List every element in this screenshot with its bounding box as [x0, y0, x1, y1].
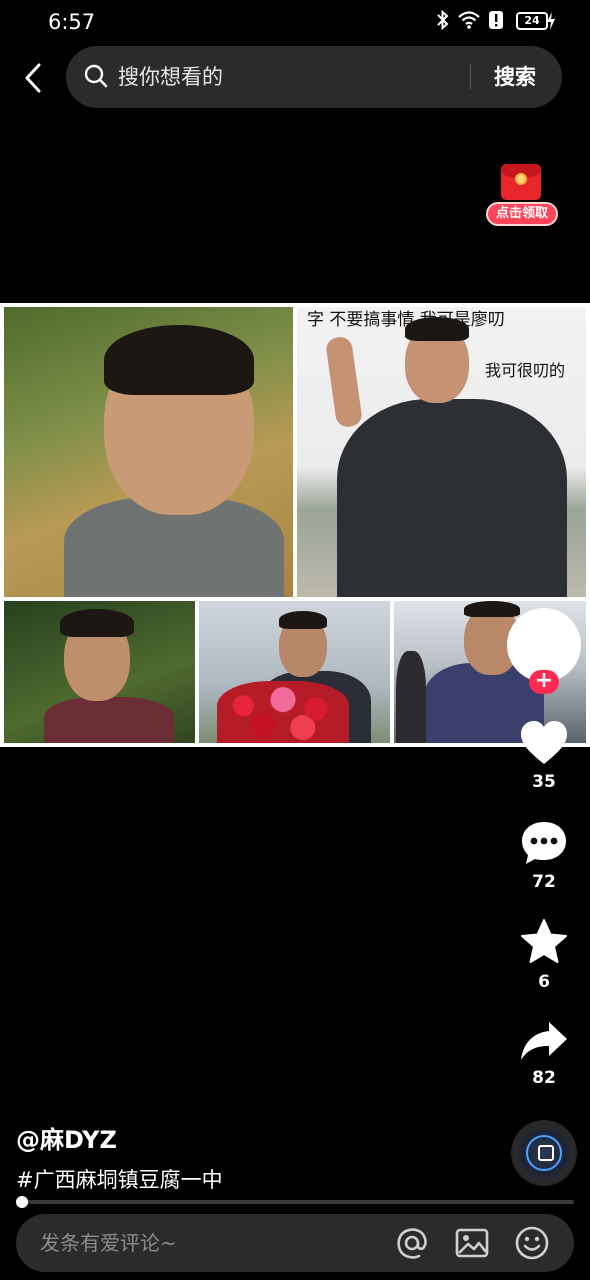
red-packet-reward[interactable]: 点击领取 — [486, 162, 558, 232]
comment-icon — [522, 822, 566, 864]
share-arrow-icon — [521, 1022, 567, 1060]
comment-input[interactable] — [40, 1228, 370, 1258]
alert-icon — [488, 10, 504, 30]
video-tile-flowers — [199, 601, 390, 743]
share-count: 82 — [532, 1068, 556, 1088]
image-icon[interactable] — [454, 1225, 490, 1261]
author-avatar[interactable]: + — [507, 608, 581, 694]
wifi-icon — [458, 11, 480, 29]
like-count: 35 — [532, 772, 556, 792]
search-divider — [470, 64, 471, 90]
red-packet-label: 点击领取 — [486, 202, 558, 226]
flowers-image — [217, 681, 349, 743]
music-disc-icon — [526, 1135, 562, 1171]
share-button[interactable]: 82 — [510, 1020, 578, 1088]
comment-bar — [16, 1214, 574, 1272]
bluetooth-icon — [436, 10, 450, 30]
search-button[interactable]: 搜索 — [480, 61, 550, 93]
like-button[interactable]: 35 — [510, 720, 578, 792]
emoji-icon[interactable] — [514, 1225, 550, 1261]
video-player[interactable]: 字 不要搞事情 我可是廖叨 我可很叨的 — [0, 303, 590, 747]
search-bar[interactable]: 搜索 — [66, 46, 562, 108]
back-button[interactable] — [16, 58, 50, 98]
star-icon — [521, 919, 567, 963]
video-tile-speaker: 字 不要搞事情 我可是廖叨 我可很叨的 — [297, 307, 586, 597]
status-time: 6:57 — [48, 10, 96, 34]
search-input[interactable] — [118, 62, 458, 92]
comment-count: 72 — [532, 872, 556, 892]
search-icon — [84, 64, 108, 92]
progress-knob[interactable] — [16, 1196, 28, 1208]
music-disc[interactable] — [511, 1120, 577, 1186]
favorite-count: 6 — [538, 972, 550, 992]
video-tile-selfie — [4, 307, 293, 597]
status-icons — [436, 10, 504, 30]
battery-icon: 24 — [516, 12, 548, 30]
mention-icon[interactable] — [394, 1225, 430, 1261]
favorite-button[interactable]: 6 — [510, 918, 578, 992]
comment-button[interactable]: 72 — [510, 820, 578, 892]
heart-icon — [521, 721, 567, 764]
author-name[interactable]: @麻DYZ — [16, 1120, 117, 1155]
progress-bar[interactable] — [20, 1200, 574, 1204]
status-bar: 6:57 24 — [0, 0, 590, 44]
charging-icon — [546, 12, 556, 34]
video-tile-portrait — [4, 601, 195, 743]
video-caption-side: 我可很叨的 — [485, 361, 566, 380]
follow-button[interactable]: + — [529, 670, 559, 694]
hashtag[interactable]: #广西麻垌镇豆腐一中 — [16, 1164, 223, 1194]
red-envelope-icon — [501, 164, 541, 200]
chevron-left-icon — [25, 63, 41, 93]
